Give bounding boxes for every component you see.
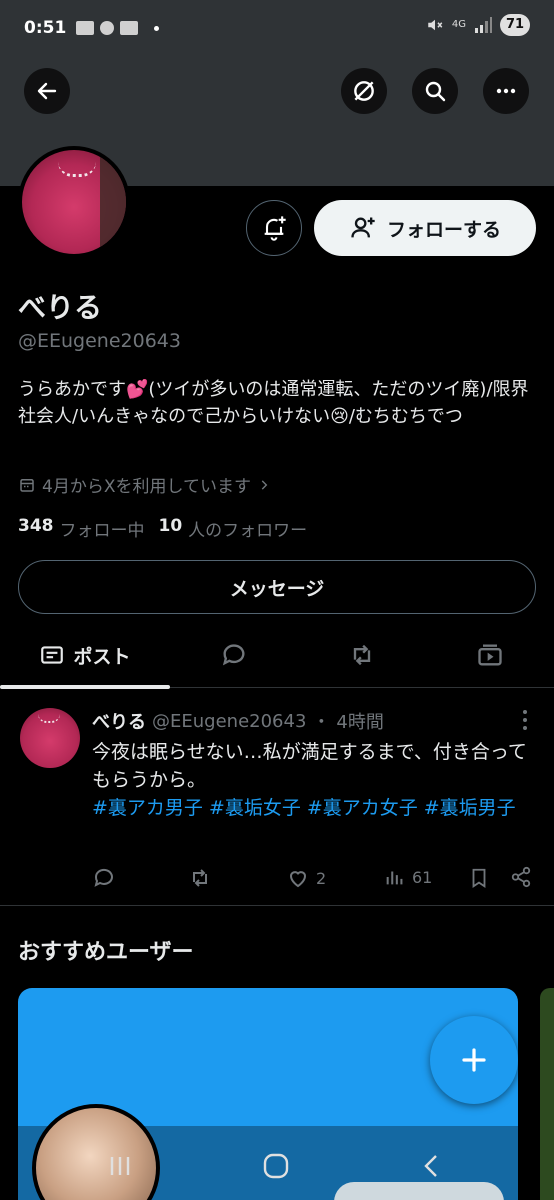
- tab-replies[interactable]: [204, 622, 264, 688]
- notify-button[interactable]: [246, 200, 302, 256]
- profile-avatar[interactable]: [18, 146, 130, 258]
- hashtag-link[interactable]: #裏アカ女子: [307, 797, 418, 819]
- profile-bio: うらあかです💕(ツイが多いのは通常運転、ただのツイ廃)/限界社会人/いんきゃなの…: [18, 379, 529, 427]
- views-button[interactable]: 61: [384, 866, 432, 888]
- followers-count[interactable]: 10: [159, 516, 183, 541]
- battery-indicator: 71: [500, 14, 530, 36]
- recommended-users-title: おすすめユーザー: [18, 940, 194, 965]
- hashtag-link[interactable]: #裏垢女子: [209, 797, 301, 819]
- post-icon: [41, 646, 64, 664]
- like-count: 2: [316, 868, 327, 888]
- repost-icon: [193, 869, 207, 887]
- share-icon: [511, 866, 531, 888]
- like-button[interactable]: 2: [286, 866, 326, 890]
- search-icon: [425, 81, 446, 102]
- tab-posts[interactable]: ポスト: [0, 622, 170, 689]
- more-dots-icon: [496, 88, 516, 94]
- chrome-icon: [100, 21, 115, 35]
- chevron-left-icon: [424, 1155, 437, 1177]
- post-author-name: べりる: [92, 712, 146, 733]
- notification-icons: [76, 21, 160, 35]
- follow-button-label: フォローする: [386, 218, 501, 241]
- calendar-icon: [20, 478, 34, 492]
- reply-button[interactable]: [92, 866, 116, 890]
- views-chart-icon: [386, 871, 403, 885]
- bell-plus-icon: [264, 216, 286, 241]
- home-icon: [263, 1153, 289, 1179]
- post-item[interactable]: べりる @EEugene20643 ・ 4時間 今夜は眠らせない…私が満足するま…: [0, 690, 554, 906]
- view-count: 61: [412, 867, 433, 887]
- heart-icon: [289, 871, 307, 888]
- search-button[interactable]: [412, 68, 458, 114]
- bookmark-icon: [472, 868, 486, 888]
- status-bar: 0:51 4G 71: [0, 0, 554, 56]
- display-name: べりる: [18, 291, 103, 324]
- mail-icon: [76, 21, 95, 35]
- post-separator: ・: [312, 712, 331, 733]
- back-button[interactable]: [24, 68, 70, 114]
- tab-posts-label: ポスト: [73, 645, 131, 668]
- more-button[interactable]: [483, 68, 529, 114]
- reply-icon: [94, 868, 113, 887]
- status-time: 0:51: [24, 18, 67, 38]
- more-notifications-dot: [154, 25, 160, 31]
- bookmark-button[interactable]: [468, 866, 490, 890]
- plus-icon: [462, 1048, 486, 1072]
- follow-button[interactable]: フォローする: [314, 200, 536, 256]
- post-author-handle: @EEugene20643: [152, 710, 307, 732]
- home-button[interactable]: [256, 1146, 296, 1186]
- following-count[interactable]: 348: [18, 516, 54, 541]
- compose-fab-button[interactable]: [430, 1016, 518, 1104]
- post-time: 4時間: [336, 712, 384, 733]
- network-label: 4G: [451, 19, 466, 30]
- add-user-icon: [351, 217, 375, 238]
- post-text: 今夜は眠らせない…私が満足するまで、付き合ってもらうから。: [92, 741, 527, 791]
- share-button[interactable]: [510, 866, 532, 888]
- system-back-button[interactable]: [412, 1146, 452, 1186]
- media-icon: [478, 644, 502, 666]
- recent-apps-button[interactable]: [100, 1146, 140, 1186]
- post-more-button[interactable]: [522, 710, 528, 730]
- post-avatar[interactable]: [20, 708, 80, 768]
- hashtag-link[interactable]: #裏垢男子: [424, 797, 516, 819]
- post-header: べりる @EEugene20643 ・ 4時間: [92, 708, 384, 734]
- message-button[interactable]: メッセージ: [18, 560, 536, 614]
- mute-icon: [428, 19, 443, 31]
- system-status: 4G 71: [426, 14, 530, 36]
- joined-text: 4月からXを利用しています: [42, 477, 251, 497]
- translate-button[interactable]: [341, 68, 387, 114]
- active-tab-indicator: [0, 685, 170, 689]
- user-handle: @EEugene20643: [18, 330, 181, 352]
- followers-label[interactable]: 人のフォロワー: [188, 516, 307, 541]
- tab-media[interactable]: [460, 622, 520, 688]
- app-notification-icon: [120, 21, 139, 35]
- following-label[interactable]: フォロー中: [60, 516, 145, 541]
- follow-stats: 348 フォロー中 10 人のフォロワー: [18, 516, 315, 541]
- chevron-right-icon: [261, 479, 268, 490]
- slashed-circle-icon: [354, 81, 374, 101]
- recent-apps-icon: [110, 1157, 130, 1175]
- reply-icon: [222, 644, 245, 666]
- back-arrow-icon: [37, 82, 57, 100]
- repost-icon: [353, 644, 371, 666]
- post-actions: 2 61: [92, 866, 540, 892]
- signal-icon: [475, 17, 492, 33]
- system-nav-bar: [0, 1130, 554, 1200]
- profile-tabs: ポスト: [0, 622, 554, 689]
- hashtag-link[interactable]: #裏アカ男子: [92, 797, 203, 819]
- joined-date[interactable]: 4月からXを利用しています: [18, 472, 271, 497]
- repost-button[interactable]: [188, 866, 212, 890]
- post-hashtags: #裏アカ男子 #裏垢女子 #裏アカ女子 #裏垢男子: [92, 794, 532, 822]
- tab-reposts[interactable]: [332, 622, 392, 688]
